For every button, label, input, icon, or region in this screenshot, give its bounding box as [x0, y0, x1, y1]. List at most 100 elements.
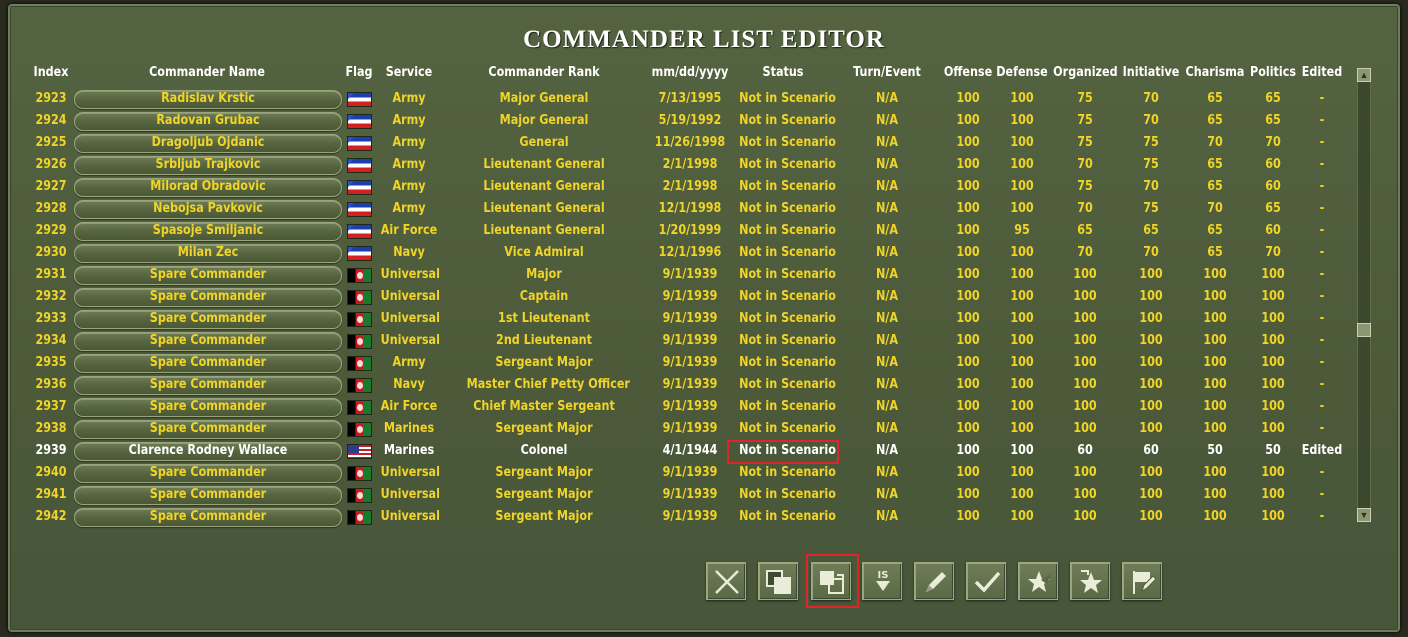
table-row[interactable]: Nebojsa Pavkovic 2928 Army Lieutenant Gener… [0, 198, 1408, 220]
service-cell[interactable]: Army [381, 355, 438, 373]
date-cell[interactable]: 11/26/1998 [650, 135, 729, 153]
table-row[interactable]: Spare Commander 2940 Universal Sergeant Maj… [0, 462, 1408, 484]
commander-name-button[interactable]: Srbljub Trajkovic [74, 156, 342, 175]
date-cell[interactable]: 9/1/1939 [650, 289, 729, 307]
commander-name-button[interactable]: Spare Commander [74, 310, 342, 329]
status-cell[interactable]: Not in Scenario [739, 135, 836, 153]
status-cell[interactable]: Not in Scenario [739, 157, 836, 175]
status-cell[interactable]: Not in Scenario [739, 289, 836, 307]
header-edited[interactable]: Edited [1300, 65, 1345, 83]
edit-pencil-button[interactable] [914, 562, 954, 600]
delete-button[interactable] [706, 562, 746, 600]
header-initiative[interactable]: Initiative [1123, 65, 1180, 83]
commander-name-button[interactable]: Spare Commander [74, 266, 342, 285]
is-down-button[interactable]: IS [862, 562, 902, 600]
scrollbar-track[interactable] [1357, 68, 1371, 522]
commander-name-button[interactable]: Spare Commander [74, 486, 342, 505]
afghanistan-flag-icon[interactable] [347, 510, 372, 525]
table-row[interactable]: Spare Commander 2937 Air Force Chief Master… [0, 396, 1408, 418]
status-cell[interactable]: Not in Scenario [739, 179, 836, 197]
table-row[interactable]: Spare Commander 2942 Universal Sergeant Maj… [0, 506, 1408, 528]
header-status[interactable]: Status [739, 65, 827, 83]
table-row[interactable]: Spare Commander 2932 Universal Captain 9/1/1… [0, 286, 1408, 308]
status-cell[interactable]: Not in Scenario [739, 311, 836, 329]
service-cell[interactable]: Universal [381, 465, 440, 483]
rank-cell[interactable]: Sergeant Major [467, 509, 622, 527]
rank-cell[interactable]: Sergeant Major [467, 421, 622, 439]
commander-name-button[interactable]: Clarence Rodney Wallace [74, 442, 342, 461]
header-turn-event[interactable]: Turn/Event [848, 65, 925, 83]
date-cell[interactable]: 9/1/1939 [650, 399, 729, 417]
date-cell[interactable]: 12/1/1996 [650, 245, 729, 263]
date-cell[interactable]: 2/1/1998 [650, 157, 729, 175]
commander-name-button[interactable]: Milan Zec [74, 244, 342, 263]
date-cell[interactable]: 1/20/1999 [650, 223, 729, 241]
turn-event-cell[interactable]: N/A [848, 333, 925, 351]
date-cell[interactable]: 4/1/1944 [650, 443, 729, 461]
date-cell[interactable]: 9/1/1939 [650, 311, 729, 329]
yugoslavia-flag-icon[interactable] [347, 224, 372, 239]
table-row[interactable]: Radislav Krstic 2923 Army Major General 7/13… [0, 88, 1408, 110]
date-cell[interactable]: 12/1/1998 [650, 201, 729, 219]
date-cell[interactable]: 9/1/1939 [650, 377, 729, 395]
header-commander-rank[interactable]: Commander Rank [467, 65, 622, 83]
header-charisma[interactable]: Charisma [1185, 65, 1245, 83]
status-cell[interactable]: Not in Scenario [739, 487, 836, 505]
rank-cell[interactable]: 1st Lieutenant [467, 311, 622, 329]
afghanistan-flag-icon[interactable] [347, 466, 372, 481]
rank-cell[interactable]: Chief Master Sergeant [467, 399, 622, 417]
table-row[interactable]: Spare Commander 2936 Navy Master Chief Pett… [0, 374, 1408, 396]
status-cell[interactable]: Not in Scenario [739, 267, 836, 285]
table-row[interactable]: Clarence Rodney Wallace 2939 Marines Colone… [0, 440, 1408, 462]
rank-cell[interactable]: Colonel [467, 443, 622, 461]
header-defense[interactable]: Defense [996, 65, 1048, 83]
rank-cell[interactable]: 2nd Lieutenant [467, 333, 622, 351]
service-cell[interactable]: Navy [381, 245, 438, 263]
scroll-up-button[interactable]: ▲ [1357, 68, 1371, 82]
afghanistan-flag-icon[interactable] [347, 290, 372, 305]
commander-name-button[interactable]: Radislav Krstic [74, 90, 342, 109]
table-row[interactable]: Spare Commander 2941 Universal Sergeant Maj… [0, 484, 1408, 506]
scroll-down-button[interactable]: ▼ [1357, 508, 1371, 522]
rank-cell[interactable]: Lieutenant General [467, 201, 622, 219]
yugoslavia-flag-icon[interactable] [347, 114, 372, 129]
date-cell[interactable]: 2/1/1998 [650, 179, 729, 197]
turn-event-cell[interactable]: N/A [848, 509, 925, 527]
status-cell[interactable]: Not in Scenario [739, 399, 836, 417]
commander-name-button[interactable]: Milorad Obradovic [74, 178, 342, 197]
date-cell[interactable]: 9/1/1939 [650, 333, 729, 351]
afghanistan-flag-icon[interactable] [347, 378, 372, 393]
turn-event-cell[interactable]: N/A [848, 267, 925, 285]
confirm-button[interactable] [966, 562, 1006, 600]
status-cell[interactable]: Not in Scenario [739, 201, 836, 219]
afghanistan-flag-icon[interactable] [347, 422, 372, 437]
service-cell[interactable]: Universal [381, 509, 440, 527]
date-cell[interactable]: 5/19/1992 [650, 113, 729, 131]
afghanistan-flag-icon[interactable] [347, 312, 372, 327]
header-service[interactable]: Service [381, 65, 438, 83]
service-cell[interactable]: Army [381, 179, 438, 197]
service-cell[interactable]: Navy [381, 377, 438, 395]
commander-name-button[interactable]: Spare Commander [74, 332, 342, 351]
date-cell[interactable]: 9/1/1939 [650, 465, 729, 483]
service-cell[interactable]: Army [381, 113, 438, 131]
turn-event-cell[interactable]: N/A [848, 91, 925, 109]
header-offense[interactable]: Offense [942, 65, 994, 83]
turn-event-cell[interactable]: N/A [848, 443, 925, 461]
header-date[interactable]: mm/dd/yyyy [650, 65, 729, 83]
header-flag[interactable]: Flag [344, 65, 373, 83]
date-cell[interactable]: 9/1/1939 [650, 421, 729, 439]
service-cell[interactable]: Marines [381, 443, 438, 461]
rank-cell[interactable]: Vice Admiral [467, 245, 622, 263]
rank-cell[interactable]: Major General [467, 91, 622, 109]
commander-name-button[interactable]: Spare Commander [74, 354, 342, 373]
afghanistan-flag-icon[interactable] [347, 356, 372, 371]
table-row[interactable]: Spasoje Smiljanic 2929 Air Force Lieutenant… [0, 220, 1408, 242]
turn-event-cell[interactable]: N/A [848, 465, 925, 483]
table-row[interactable]: Spare Commander 2935 Army Sergeant Major 9/1… [0, 352, 1408, 374]
turn-event-cell[interactable]: N/A [848, 201, 925, 219]
status-cell[interactable]: Not in Scenario [739, 355, 836, 373]
service-cell[interactable]: Army [381, 91, 438, 109]
rank-cell[interactable]: Sergeant Major [467, 465, 622, 483]
service-cell[interactable]: Universal [381, 267, 440, 285]
